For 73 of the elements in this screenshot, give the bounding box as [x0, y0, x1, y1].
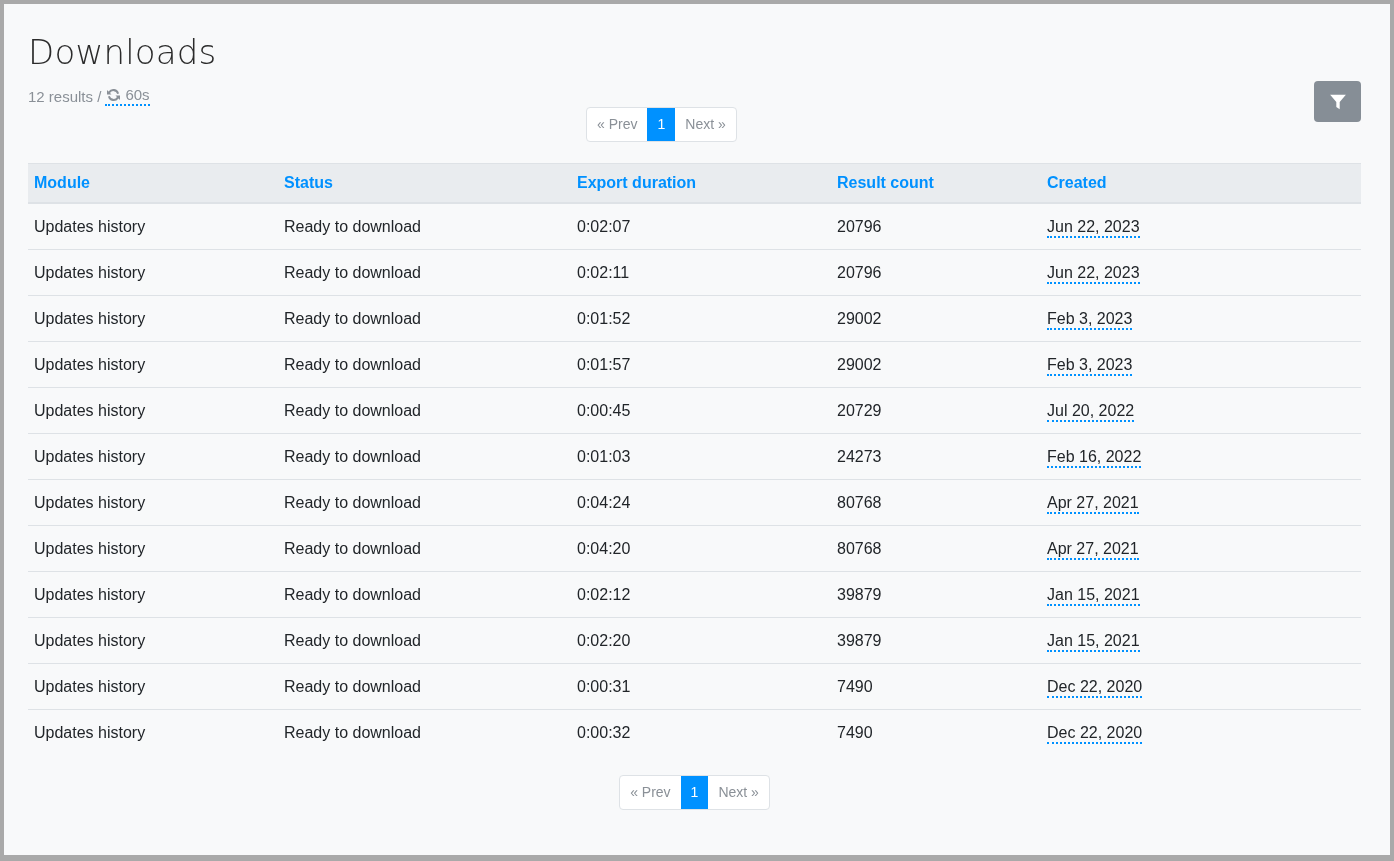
- created-date: Jan 15, 2021: [1047, 631, 1140, 652]
- created-date: Jan 15, 2021: [1047, 585, 1140, 606]
- table-cell: 80768: [837, 539, 882, 557]
- table-cell: Updates history: [34, 539, 146, 557]
- column-header-link[interactable]: Export duration: [577, 174, 697, 191]
- table-cell: 20729: [837, 401, 882, 419]
- table-cell: Ready to download: [284, 401, 421, 419]
- created-date: Dec 22, 2020: [1047, 723, 1143, 744]
- created-date: Dec 22, 2020: [1047, 677, 1143, 698]
- table-cell: 0:00:31: [577, 677, 631, 695]
- table-cell: Ready to download: [284, 263, 421, 281]
- table-cell: Ready to download: [284, 723, 421, 741]
- table-cell: 20796: [837, 217, 882, 235]
- table-cell: Ready to download: [284, 677, 421, 695]
- filter-button[interactable]: [1314, 81, 1361, 122]
- created-date: Apr 27, 2021: [1047, 539, 1139, 560]
- table-cell: Ready to download: [284, 309, 421, 327]
- table-cell: Updates history: [34, 723, 146, 741]
- table-cell: 39879: [837, 631, 882, 649]
- page-link[interactable]: 1: [647, 108, 676, 141]
- created-date: Jul 20, 2022: [1047, 401, 1135, 422]
- table-cell: Updates history: [34, 493, 146, 511]
- table-cell: Ready to download: [284, 447, 421, 465]
- table-cell: 29002: [837, 309, 882, 327]
- created-date: Jun 22, 2023: [1047, 217, 1140, 238]
- table-cell: Ready to download: [284, 217, 421, 235]
- created-date: Apr 27, 2021: [1047, 493, 1139, 514]
- table-cell: Ready to download: [284, 355, 421, 373]
- table-cell: Ready to download: [284, 539, 421, 557]
- table-cell: Ready to download: [284, 631, 421, 649]
- created-date: Feb 3, 2023: [1047, 355, 1133, 376]
- table-cell: 29002: [837, 355, 882, 373]
- table-cell: Ready to download: [284, 585, 421, 603]
- refresh-icon: [105, 87, 123, 103]
- table-cell: Ready to download: [284, 493, 421, 511]
- created-date: Feb 16, 2022: [1047, 447, 1142, 468]
- table-cell: 24273: [837, 447, 882, 465]
- table-cell: Updates history: [34, 677, 146, 695]
- table-cell: 7490: [837, 723, 873, 741]
- table-cell: 0:01:03: [577, 447, 631, 465]
- page-title: Downloads: [28, 32, 217, 72]
- table-cell: Updates history: [34, 401, 146, 419]
- table-cell: 0:01:52: [577, 309, 631, 327]
- table-cell: Updates history: [34, 585, 146, 603]
- table-cell: 0:02:12: [577, 585, 631, 603]
- table-cell: Updates history: [34, 217, 146, 235]
- created-date: Jun 22, 2023: [1047, 263, 1140, 284]
- table-cell: 0:02:11: [577, 263, 630, 281]
- table-cell: 0:01:57: [577, 355, 631, 373]
- page-link[interactable]: 1: [680, 776, 709, 809]
- filter-icon: [1328, 92, 1347, 111]
- table-cell: 20796: [837, 263, 882, 281]
- table-cell: 0:00:32: [577, 723, 631, 741]
- table-cell: 80768: [837, 493, 882, 511]
- column-header-link[interactable]: Module: [34, 174, 90, 191]
- created-date: Feb 3, 2023: [1047, 309, 1133, 330]
- table-cell: 39879: [837, 585, 882, 603]
- table-cell: 0:00:45: [577, 401, 631, 419]
- column-header-link[interactable]: Status: [284, 174, 333, 191]
- table-cell: Updates history: [34, 309, 146, 327]
- results-count: 12 results /: [28, 87, 102, 105]
- table-cell: 7490: [837, 677, 873, 695]
- table-cell: Updates history: [34, 263, 146, 281]
- column-header-link[interactable]: Created: [1047, 174, 1107, 191]
- table-cell: Updates history: [34, 355, 146, 373]
- table-cell: 0:02:07: [577, 217, 631, 235]
- refresh-interval-link[interactable]: 60s: [105, 86, 150, 106]
- table-cell: 0:02:20: [577, 631, 631, 649]
- table-cell: Updates history: [34, 447, 146, 465]
- table-cell: 0:04:20: [577, 539, 631, 557]
- table-cell: 0:04:24: [577, 493, 631, 511]
- column-header-link[interactable]: Result count: [837, 174, 934, 191]
- table-cell: Updates history: [34, 631, 146, 649]
